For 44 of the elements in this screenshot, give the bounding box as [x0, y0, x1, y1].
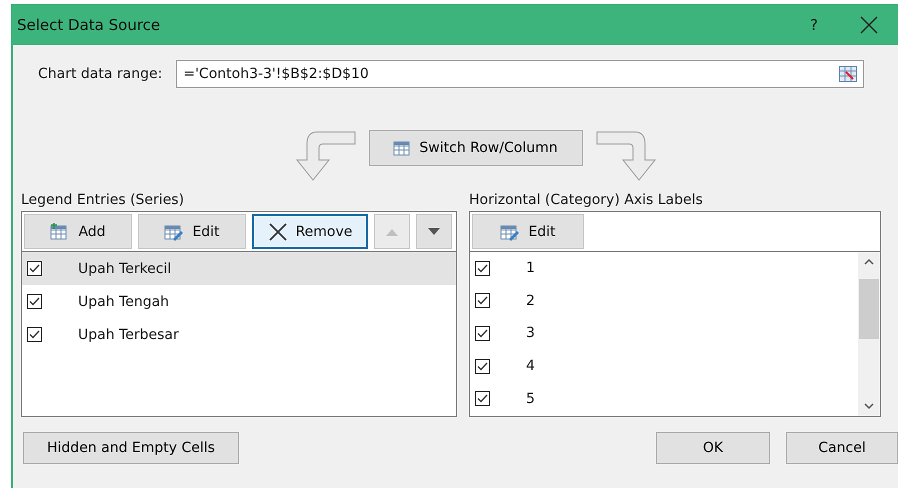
checkbox[interactable]: [27, 327, 42, 342]
input-field[interactable]: ='Contoh3-3'!$B$2:$D$10: [176, 60, 864, 88]
edit-table-icon: [164, 222, 184, 240]
checkbox[interactable]: [475, 326, 490, 341]
close-icon: [268, 222, 288, 240]
checkbox[interactable]: [475, 358, 490, 374]
axis-label-text: 4: [525, 358, 535, 374]
series-name: Upah Terbesar: [77, 326, 179, 342]
checkbox[interactable]: [27, 261, 42, 276]
section-label: Horizontal (Category) Axis Labels: [469, 192, 704, 208]
scroll-up-icon[interactable]: [864, 258, 874, 265]
range-picker-icon[interactable]: [839, 66, 858, 82]
edit-table-icon: [500, 222, 520, 240]
axis-label-text: 1: [525, 260, 535, 276]
checkbox[interactable]: [475, 293, 490, 308]
section-label: Legend Entries (Series): [21, 192, 186, 208]
hidden-empty-cells-button[interactable]: Hidden and Empty Cells: [23, 432, 239, 464]
checkbox[interactable]: [475, 391, 490, 406]
field-value: ='Contoh3-3'!$B$2:$D$10: [182, 66, 370, 82]
down-triangle-icon: [428, 228, 440, 236]
ok-button[interactable]: OK: [656, 432, 770, 464]
close-icon[interactable]: [860, 16, 878, 34]
checkbox[interactable]: [475, 260, 490, 276]
axis-label-text: 5: [525, 390, 535, 407]
up-triangle-icon: [386, 228, 398, 236]
remove-button[interactable]: Remove: [252, 214, 368, 249]
edit-button[interactable]: Edit: [472, 214, 584, 249]
switch-row-column-button[interactable]: Switch Row/Column: [368, 130, 582, 166]
series-item[interactable]: Upah Terkecil: [22, 252, 456, 285]
cancel-button[interactable]: Cancel: [786, 432, 898, 464]
field-label: Chart data range:: [38, 66, 162, 82]
scrollbar-thumb[interactable]: [859, 279, 879, 339]
series-name: Upah Tengah: [77, 294, 170, 310]
checkbox[interactable]: [27, 294, 42, 309]
window-title: Select Data Source: [17, 16, 162, 34]
axis-label-text: 2: [525, 292, 535, 309]
axis-label-text: 3: [525, 325, 535, 342]
scroll-down-icon[interactable]: [864, 403, 874, 410]
move-down-button[interactable]: [416, 214, 452, 249]
add-button[interactable]: Add: [24, 214, 132, 249]
edit-button[interactable]: Edit: [138, 214, 246, 249]
help-button[interactable]: ?: [794, 16, 834, 34]
scrollbar[interactable]: [858, 252, 880, 416]
series-name: Upah Terkecil: [77, 260, 172, 276]
